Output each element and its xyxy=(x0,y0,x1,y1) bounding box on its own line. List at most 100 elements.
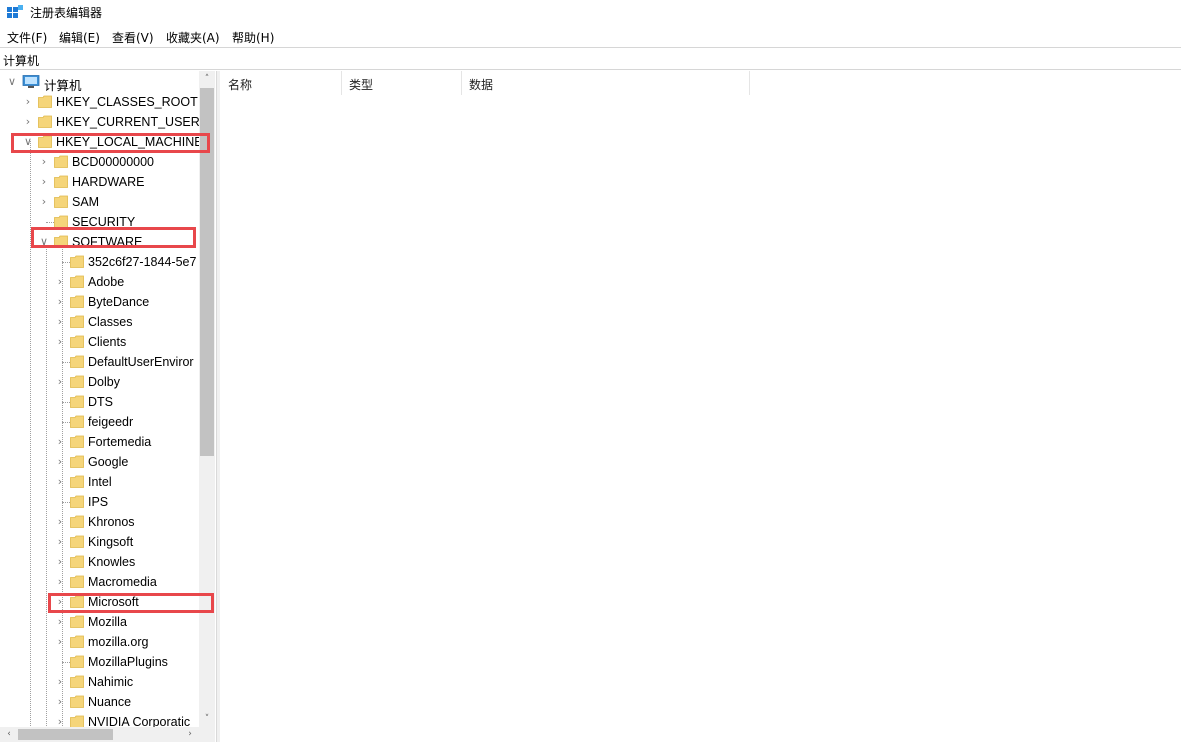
chevron-right-icon[interactable]: › xyxy=(54,555,66,569)
folder-icon xyxy=(70,395,84,408)
window-title: 注册表编辑器 xyxy=(30,6,103,20)
folder-icon xyxy=(38,135,52,148)
scroll-corner xyxy=(199,727,215,742)
chevron-right-icon[interactable]: › xyxy=(54,535,66,549)
chevron-right-icon[interactable]: › xyxy=(54,275,66,289)
title-bar: 注册表编辑器 xyxy=(0,0,1181,24)
tree-label: Dolby xyxy=(88,375,120,389)
tree-horizontal-scrollbar[interactable]: ‹ › xyxy=(0,727,199,742)
scroll-right-arrow-icon[interactable]: › xyxy=(183,727,197,742)
tree-label: Intel xyxy=(88,475,112,489)
tree-label: Nuance xyxy=(88,695,132,709)
address-path: 计算机 xyxy=(3,54,40,68)
tree-label: 352c6f27-1844-5e7 xyxy=(88,255,197,269)
tree-label: IPS xyxy=(88,495,109,509)
chevron-right-icon[interactable]: › xyxy=(54,435,66,449)
scroll-up-arrow-icon[interactable]: ˄ xyxy=(199,71,215,87)
chevron-right-icon[interactable]: › xyxy=(22,95,34,109)
tree-guide-line xyxy=(62,247,63,742)
tree-label: Knowles xyxy=(88,555,136,569)
chevron-right-icon[interactable]: › xyxy=(54,295,66,309)
folder-icon xyxy=(70,495,84,508)
tree-label: mozilla.org xyxy=(88,635,149,649)
folder-icon xyxy=(70,595,84,608)
tree-label: Clients xyxy=(88,335,127,349)
chevron-right-icon[interactable]: › xyxy=(54,635,66,649)
tree-label: HKEY_LOCAL_MACHINE xyxy=(56,135,203,149)
chevron-right-icon[interactable]: › xyxy=(38,155,50,169)
tree-label: SOFTWARE xyxy=(72,235,143,249)
folder-icon xyxy=(70,575,84,588)
tree-guide-connector xyxy=(62,362,70,363)
folder-icon xyxy=(70,315,84,328)
chevron-right-icon[interactable]: › xyxy=(38,195,50,209)
folder-icon xyxy=(70,255,84,268)
tree-node-computer[interactable]: ∨ 计算机 xyxy=(0,72,200,93)
tree-vertical-scrollbar[interactable]: ˄ ˅ xyxy=(199,71,215,727)
folder-icon xyxy=(38,115,52,128)
chevron-down-icon[interactable]: ∨ xyxy=(22,135,34,149)
column-type-label: 类型 xyxy=(349,78,374,92)
folder-icon xyxy=(70,435,84,448)
tree-label: HKEY_CURRENT_USER xyxy=(56,115,200,129)
chevron-down-icon[interactable]: ∨ xyxy=(38,235,50,249)
column-header-type[interactable]: 类型 xyxy=(341,71,462,95)
tree-guide-connector xyxy=(62,402,70,403)
tree-node-hkey-current-user[interactable]: › HKEY_CURRENT_USER xyxy=(0,112,200,132)
chevron-right-icon[interactable]: › xyxy=(54,675,66,689)
chevron-right-icon[interactable]: › xyxy=(54,515,66,529)
menu-file[interactable]: 文件(F) xyxy=(7,29,47,46)
tree-label: SAM xyxy=(72,195,100,209)
folder-icon xyxy=(70,555,84,568)
folder-icon xyxy=(54,175,68,188)
tree-label: BCD00000000 xyxy=(72,155,155,169)
menu-edit[interactable]: 编辑(E) xyxy=(59,29,100,46)
tree-label: Classes xyxy=(88,315,133,329)
chevron-right-icon[interactable]: › xyxy=(54,335,66,349)
chevron-right-icon[interactable]: › xyxy=(22,115,34,129)
scroll-left-arrow-icon[interactable]: ‹ xyxy=(2,727,16,742)
tree-label: Google xyxy=(88,455,129,469)
address-bar[interactable]: 计算机 xyxy=(0,47,1181,70)
tree-label: Fortemedia xyxy=(88,435,152,449)
tree-guide-line xyxy=(46,247,47,742)
tree-guide-connector xyxy=(46,222,54,223)
folder-icon xyxy=(70,515,84,528)
chevron-right-icon[interactable]: › xyxy=(54,575,66,589)
scroll-down-arrow-icon[interactable]: ˅ xyxy=(199,711,215,727)
registry-tree[interactable]: ∨ 计算机 › HKEY_CLASSES_ROOT › HKEY_CURRENT_USER… xyxy=(0,71,216,742)
folder-icon xyxy=(70,455,84,468)
chevron-right-icon[interactable]: › xyxy=(54,475,66,489)
chevron-right-icon[interactable]: › xyxy=(54,595,66,609)
column-header-name[interactable]: 名称 xyxy=(220,71,342,95)
hscroll-thumb[interactable] xyxy=(18,729,113,740)
tree-label: Kingsoft xyxy=(88,535,134,549)
chevron-right-icon[interactable]: › xyxy=(38,175,50,189)
folder-icon xyxy=(70,535,84,548)
chevron-right-icon[interactable]: › xyxy=(54,375,66,389)
tree-guide-line xyxy=(30,141,31,742)
chevron-right-icon[interactable]: › xyxy=(54,315,66,329)
tree-guide-connector xyxy=(62,662,70,663)
tree-guide-connector xyxy=(62,262,70,263)
chevron-down-icon[interactable]: ∨ xyxy=(6,75,18,89)
tree-label: Nahimic xyxy=(88,675,134,689)
menu-favorites[interactable]: 收藏夹(A) xyxy=(166,29,220,46)
tree-label: HARDWARE xyxy=(72,175,145,189)
tree-label: SECURITY xyxy=(72,215,136,229)
column-header-data[interactable]: 数据 xyxy=(461,71,750,95)
menu-help[interactable]: 帮助(H) xyxy=(232,29,274,46)
menu-bar: 文件(F) 编辑(E) 查看(V) 收藏夹(A) 帮助(H) xyxy=(0,26,1181,46)
scroll-thumb[interactable] xyxy=(200,88,214,456)
folder-icon xyxy=(70,675,84,688)
chevron-right-icon[interactable]: › xyxy=(54,695,66,709)
tree-node-hkey-classes-root[interactable]: › HKEY_CLASSES_ROOT xyxy=(0,92,200,112)
folder-icon xyxy=(54,155,68,168)
chevron-right-icon[interactable]: › xyxy=(54,615,66,629)
folder-icon xyxy=(70,355,84,368)
tree-label: HKEY_CLASSES_ROOT xyxy=(56,95,198,109)
folder-icon xyxy=(70,695,84,708)
values-list[interactable]: 名称 类型 数据 xyxy=(220,71,1181,742)
chevron-right-icon[interactable]: › xyxy=(54,455,66,469)
menu-view[interactable]: 查看(V) xyxy=(112,29,154,46)
